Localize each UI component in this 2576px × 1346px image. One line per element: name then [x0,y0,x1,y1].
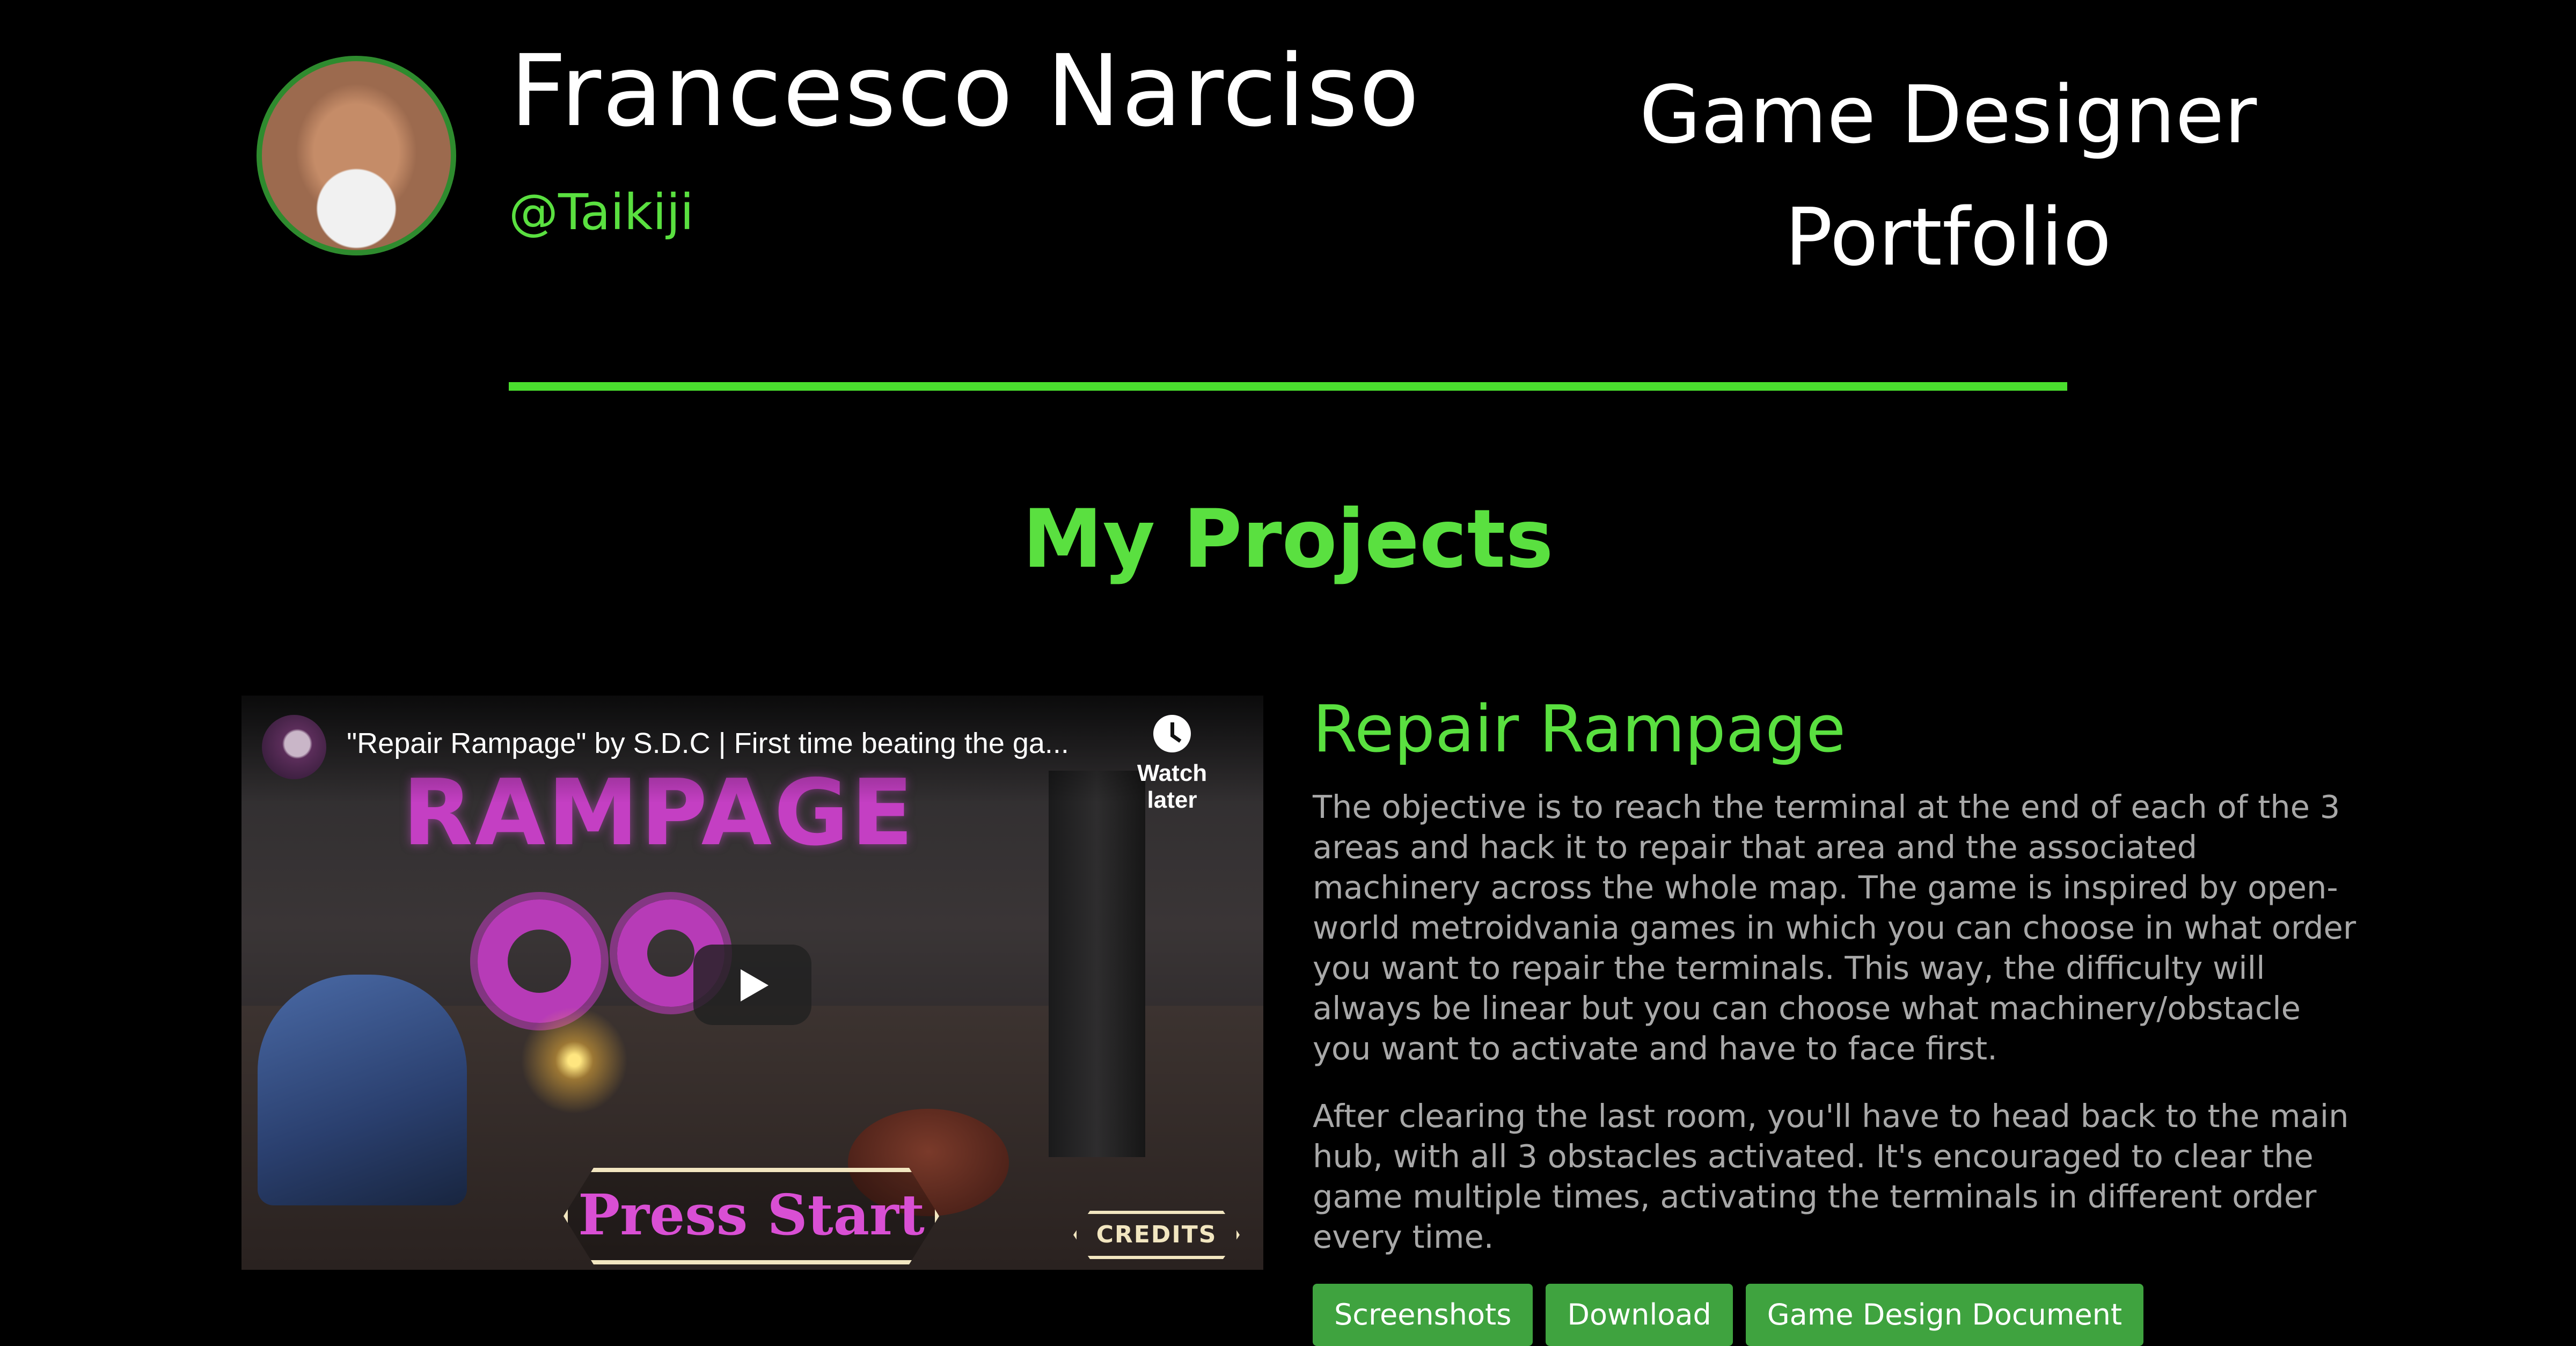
project-description-1: The objective is to reach the terminal a… [1313,788,2357,1067]
channel-avatar[interactable] [262,715,326,779]
author-name: Francesco Narciso [510,34,1421,149]
video-thumbnail-credits: CREDITS [1073,1211,1240,1259]
clock-icon [1153,715,1191,752]
project-button-group: Screenshots Download Game Design Documen… [1313,1284,2144,1346]
tagline-line-1: Game Designer [1639,69,2257,161]
project-title: Repair Rampage [1313,692,1846,767]
section-title: My Projects [1022,493,1554,586]
video-thumbnail-light [521,1007,628,1114]
portfolio-page: Francesco Narciso @Taikiji Game Designer… [0,0,2576,1346]
play-icon[interactable] [693,945,811,1025]
video-thumbnail-press-start: Press Start [564,1168,939,1264]
watch-later-label: Watch later [1137,760,1208,813]
page-tagline: Game Designer Portfolio [1589,54,2308,298]
screenshots-button[interactable]: Screenshots [1313,1284,1533,1346]
video-thumbnail-pillar [1049,771,1145,1157]
watch-later-button[interactable]: Watch later [1113,715,1231,814]
project-description-2: After clearing the last room, you'll hav… [1313,1098,2349,1255]
video-title-link[interactable]: "Repair Rampage" by S.D.C | First time b… [347,728,1077,759]
tagline-line-2: Portfolio [1784,191,2112,283]
header-divider [509,382,2067,391]
gear-icon [478,899,601,1023]
author-handle-link[interactable]: @Taikiji [509,188,694,237]
game-design-document-button[interactable]: Game Design Document [1745,1284,2144,1346]
download-button[interactable]: Download [1546,1284,1733,1346]
profile-avatar [257,56,456,255]
video-thumbnail-robot [258,975,467,1205]
project-video-embed[interactable]: RAMPAGE Press Start CREDITS "Repair Ramp… [241,696,1263,1270]
